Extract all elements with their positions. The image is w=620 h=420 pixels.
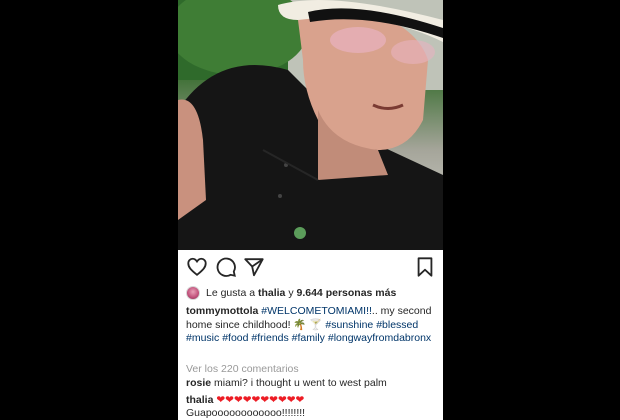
hashtag[interactable]: #WELCOMETOMIAMI!! xyxy=(261,305,372,317)
hashtag[interactable]: #food xyxy=(222,332,248,344)
comment-hearts: ❤❤❤❤❤❤❤❤❤❤ xyxy=(216,394,305,406)
view-all-comments-link[interactable]: Ver los 220 comentarios xyxy=(186,363,299,375)
hashtag[interactable]: #music xyxy=(186,332,219,344)
comment: thalia ❤❤❤❤❤❤❤❤❤❤ Guapoooooooooooo!!!!!!!… xyxy=(186,394,438,420)
likes-user[interactable]: thalia xyxy=(258,287,285,299)
comment: rosie miami? i thought u went to west pa… xyxy=(186,377,438,390)
photo-illustration xyxy=(178,0,443,250)
liker-avatar[interactable] xyxy=(186,286,200,300)
hashtag[interactable]: #family xyxy=(292,332,325,344)
hashtag[interactable]: #blessed xyxy=(376,319,418,331)
hashtag[interactable]: #friends xyxy=(251,332,288,344)
hashtag[interactable]: #sunshine xyxy=(325,319,373,331)
comment-icon[interactable] xyxy=(215,256,237,278)
post-actions xyxy=(186,256,436,278)
likes-middle: y xyxy=(288,287,294,299)
heart-outline-icon[interactable] xyxy=(186,256,208,278)
bookmark-icon[interactable] xyxy=(414,256,436,278)
post-photo[interactable] xyxy=(178,0,443,250)
comment-username[interactable]: thalia xyxy=(186,394,213,406)
comment-text: Guapoooooooooooo!!!!!!!! xyxy=(186,407,306,419)
post-caption: tommymottola #WELCOMETOMIAMI!!.. my seco… xyxy=(186,305,438,346)
comment-text: miami? i thought u went to west palm xyxy=(214,377,387,389)
likes-prefix: Le gusta a xyxy=(206,287,256,299)
comment-username[interactable]: rosie xyxy=(186,377,211,389)
likes-row: Le gusta a thalia y 9.644 personas más xyxy=(186,285,438,301)
caption-username[interactable]: tommymottola xyxy=(186,305,258,317)
likes-count[interactable]: 9.644 personas más xyxy=(297,287,397,299)
instagram-post: Le gusta a thalia y 9.644 personas más t… xyxy=(178,0,443,420)
paper-plane-icon[interactable] xyxy=(243,256,265,278)
hashtag[interactable]: #longwayfromdabronx xyxy=(328,332,431,344)
likes-text: Le gusta a thalia y 9.644 personas más xyxy=(206,287,396,299)
